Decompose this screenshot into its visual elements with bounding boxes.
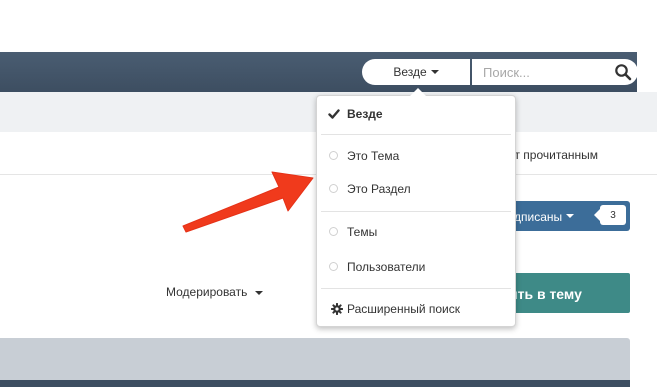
menu-item-label: Это Тема — [347, 149, 400, 163]
menu-item-label: Расширенный поиск — [347, 302, 460, 316]
menu-item-this-forum[interactable]: Это Раздел — [317, 174, 515, 204]
menu-item-advanced-search[interactable]: Расширенный поиск — [317, 294, 515, 324]
radio-icon — [329, 227, 338, 236]
menu-item-users[interactable]: Пользователи — [317, 252, 515, 282]
caret-down-icon — [254, 290, 263, 295]
search-scope-label: Везде — [393, 65, 427, 79]
menu-item-label: Это Раздел — [347, 182, 411, 196]
menu-item-topics[interactable]: Темы — [317, 217, 515, 247]
search-scope-menu: Везде Это Тема Это Раздел Темы Пользоват… — [316, 88, 516, 327]
search-icon[interactable] — [614, 63, 632, 81]
check-icon — [328, 109, 340, 119]
menu-item-this-topic[interactable]: Это Тема — [317, 141, 515, 171]
caret-down-icon — [566, 214, 574, 218]
gear-icon — [331, 303, 343, 315]
subscriber-count-badge: 3 — [594, 205, 626, 225]
arrow-shape — [182, 171, 314, 233]
caret-down-icon — [430, 70, 439, 74]
moderate-menu[interactable]: Модерировать — [166, 285, 263, 299]
reply-label: ить в тему — [509, 286, 582, 302]
radio-icon — [329, 151, 338, 160]
search-input[interactable] — [472, 63, 605, 81]
post-author-bar — [0, 380, 630, 387]
menu-divider — [321, 134, 511, 135]
search-box[interactable] — [472, 59, 638, 85]
moderate-label: Модерировать — [166, 285, 248, 299]
radio-icon — [329, 262, 338, 271]
menu-item-everywhere[interactable]: Везде — [317, 99, 515, 129]
search-scope-dropdown[interactable]: Везде — [362, 59, 470, 85]
menu-item-label: Пользователи — [347, 260, 426, 274]
menu-item-label: Везде — [347, 107, 383, 121]
menu-divider — [321, 211, 511, 212]
menu-item-label: Темы — [347, 225, 378, 239]
radio-icon — [329, 184, 338, 193]
subscribe-label: дписаны — [514, 210, 563, 224]
menu-divider — [321, 288, 511, 289]
posts-header-bar — [0, 338, 630, 380]
